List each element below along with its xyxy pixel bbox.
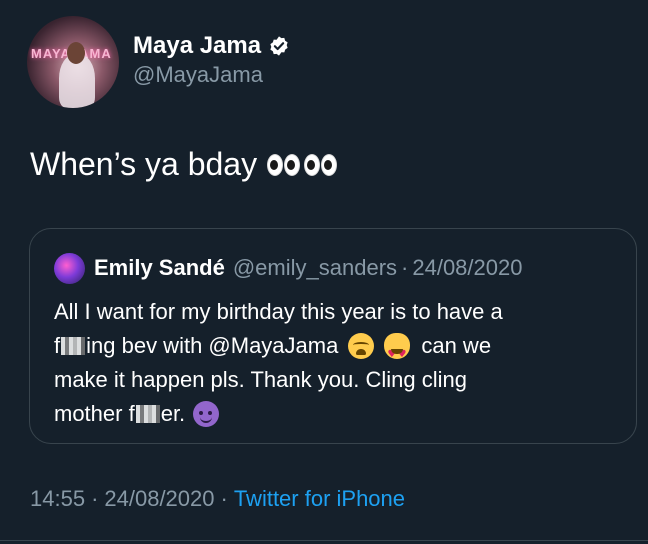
quoted-line: All I want for my birthday this year is … — [54, 295, 624, 329]
weary-face-emoji-icon — [348, 333, 375, 359]
verified-badge-icon — [270, 36, 288, 56]
quoted-line-text: er. — [160, 401, 186, 426]
quoted-date[interactable]: 24/08/2020 — [412, 255, 522, 281]
quoted-line-text: ing bev with @MayaJama — [86, 333, 339, 358]
avatar-head — [67, 42, 85, 64]
quoted-line: f ing bev with @MayaJama can we — [54, 329, 624, 372]
quoted-line: mother f er. — [54, 397, 624, 431]
tweet-body: When’s ya bday — [30, 146, 338, 183]
censor-blur — [135, 405, 160, 423]
smiling-devil-emoji-icon — [193, 401, 220, 427]
heart-eyes-cat-emoji-icon — [384, 333, 411, 372]
tweet-text: When’s ya bday — [30, 146, 258, 182]
quoted-tweet[interactable]: Emily Sandé @emily_sanders · 24/08/2020 … — [29, 228, 637, 444]
quoted-line-text: mother f — [54, 401, 135, 426]
eyes-emoji-icon — [267, 153, 338, 176]
tweet-meta: 14:55 · 24/08/2020 · Twitter for iPhone — [30, 486, 405, 512]
tweet-time[interactable]: 14:55 — [30, 486, 85, 512]
author-handle[interactable]: @MayaJama — [133, 62, 263, 88]
quoted-line-text: All I want for my birthday this year is … — [54, 299, 503, 324]
author-display-name[interactable]: Maya Jama — [133, 32, 261, 60]
quoted-line: make it happen pls. Thank you. Cling cli… — [54, 363, 624, 397]
quoted-display-name[interactable]: Emily Sandé — [94, 255, 225, 281]
quoted-handle[interactable]: @emily_sanders — [233, 255, 397, 281]
quoted-header: Emily Sandé @emily_sanders · 24/08/2020 — [54, 251, 522, 285]
censor-blur — [61, 337, 86, 355]
meta-separator: · — [91, 486, 99, 511]
quoted-separator: · — [401, 255, 409, 280]
tweet-date[interactable]: 24/08/2020 — [104, 486, 214, 512]
author-name-row: Maya Jama — [133, 30, 290, 62]
meta-separator: · — [220, 486, 228, 511]
quoted-text: All I want for my birthday this year is … — [54, 295, 624, 431]
divider — [0, 540, 648, 541]
quoted-line-text: can we — [421, 333, 492, 358]
author-avatar[interactable]: MAYAJAMA — [27, 16, 119, 108]
quoted-avatar[interactable] — [54, 252, 85, 284]
quoted-line-text: f — [54, 333, 61, 358]
tweet-source-link[interactable]: Twitter for iPhone — [234, 486, 405, 512]
